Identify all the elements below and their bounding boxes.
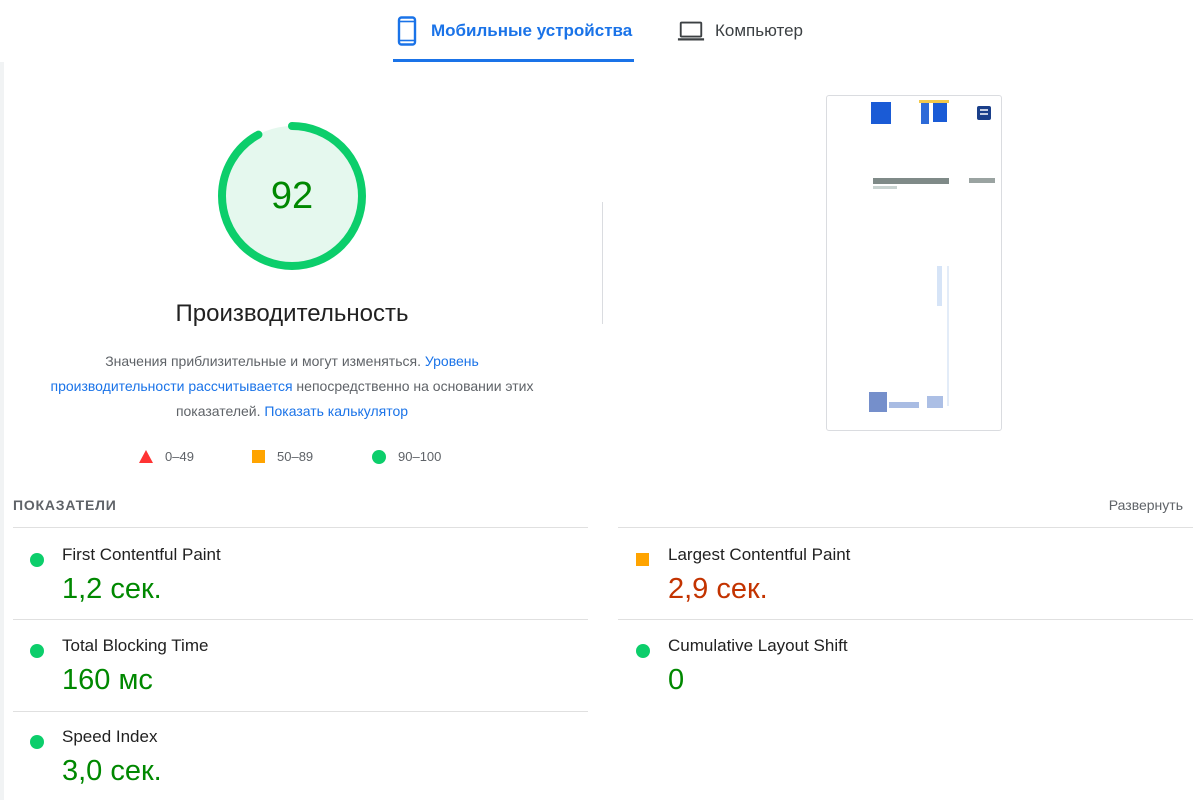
legend-fail: 0–49 [139,449,194,464]
circle-icon [30,553,44,567]
metrics-divider [13,527,588,528]
tab-desktop[interactable]: Компьютер [677,14,837,62]
laptop-icon [677,14,705,48]
metrics-divider [618,527,1193,528]
circle-icon [372,449,386,464]
device-tabs: Мобильные устройства Компьютер [0,0,1201,62]
smartphone-icon [393,14,421,48]
triangle-icon [139,450,153,463]
legend-average: 50–89 [252,449,313,464]
metric-tbt-value: 160 мс [62,664,153,696]
panel-edge [0,62,4,800]
tab-mobile[interactable]: Мобильные устройства [393,14,634,62]
score-legend: 0–49 50–89 90–100 [0,449,600,469]
metric-cls-value: 0 [668,664,685,696]
tab-desktop-label: Компьютер [715,21,803,40]
legend-pass: 90–100 [372,449,441,464]
metrics-divider [13,711,588,712]
square-icon [252,450,265,463]
metric-lcp-value: 2,9 сек. [668,573,768,605]
legend-pass-label: 90–100 [398,449,442,464]
page-screenshot-thumbnail[interactable] [826,95,1002,431]
metric-cls-name: Cumulative Layout Shift [668,636,848,655]
performance-title: Производительность [175,300,409,327]
legend-average-label: 50–89 [277,449,314,464]
metric-tbt-name: Total Blocking Time [62,636,209,655]
metric-fcp-name: First Contentful Paint [62,545,221,564]
metric-tbt: Total Blocking Time 160 мс [30,636,570,726]
metric-si-value: 3,0 сек. [62,755,162,787]
metric-si-name: Speed Index [62,727,158,746]
metrics-section-title: ПОКАЗАТЕЛИ [13,497,117,513]
legend-fail-label: 0–49 [165,449,194,464]
tab-mobile-label: Мобильные устройства [431,21,633,40]
expand-metrics-button[interactable]: Развернуть [1109,497,1183,513]
metric-fcp-value: 1,2 сек. [62,573,162,605]
metric-cls: Cumulative Layout Shift 0 [636,636,1176,726]
circle-icon [30,735,44,749]
show-calculator-link[interactable]: Показать калькулятор [264,403,408,419]
metric-fcp: First Contentful Paint 1,2 сек. [30,545,570,635]
square-icon [636,553,649,566]
metric-lcp: Largest Contentful Paint 2,9 сек. [636,545,1176,635]
vertical-divider [602,202,603,324]
metric-lcp-name: Largest Contentful Paint [668,545,851,564]
circle-icon [636,644,650,658]
score-description: Значения приблизительные и могут изменят… [42,349,542,424]
performance-score: 92 [270,174,314,217]
metrics-divider [13,619,588,620]
description-text-1: Значения приблизительные и могут изменят… [105,353,425,369]
circle-icon [30,644,44,658]
metrics-divider [618,619,1193,620]
metric-si: Speed Index 3,0 сек. [30,727,570,797]
performance-gauge: 92 [216,120,368,272]
